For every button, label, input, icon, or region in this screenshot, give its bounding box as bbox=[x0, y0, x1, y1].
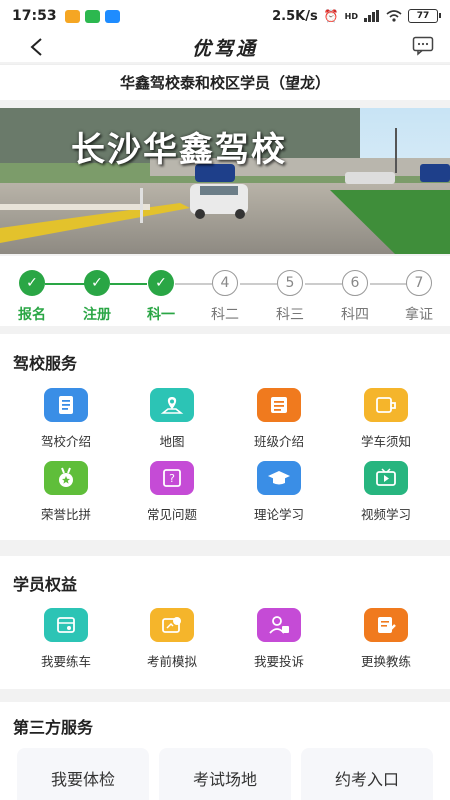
step-label: 注册 bbox=[83, 307, 111, 323]
rights-label: 更换教练 bbox=[360, 654, 411, 669]
video-icon bbox=[364, 461, 408, 495]
step-label: 科三 bbox=[276, 307, 304, 323]
notice-icon bbox=[364, 388, 408, 422]
check-icon: ✓ bbox=[84, 270, 110, 296]
step-signup: ✓ 报名 bbox=[7, 270, 57, 324]
map-icon bbox=[150, 388, 194, 422]
student-info: 华鑫驾校泰和校区学员（望龙） bbox=[0, 64, 450, 100]
question-icon: ? bbox=[150, 461, 194, 495]
step-label: 科一 bbox=[147, 307, 175, 323]
service-map[interactable]: 地图 bbox=[127, 388, 217, 450]
service-video[interactable]: 视频学习 bbox=[341, 461, 431, 523]
status-time: 17:53 bbox=[12, 8, 57, 24]
app-title: 优驾通 bbox=[191, 37, 258, 60]
graduation-cap-icon bbox=[257, 461, 301, 495]
service-label: 学车须知 bbox=[360, 434, 411, 449]
rights-label: 我要练车 bbox=[40, 654, 91, 669]
network-speed: 2.5K/s bbox=[272, 8, 318, 24]
rights-change-coach[interactable]: 更换教练 bbox=[341, 608, 431, 670]
hd-signal-label: HD bbox=[344, 11, 358, 21]
progress-steps: ✓ 报名 ✓ 注册 ✓ 科一 4 科二 5 科三 6 科四 7 拿证 bbox=[0, 256, 450, 326]
back-arrow-icon[interactable] bbox=[24, 35, 48, 59]
notification-app-icon bbox=[64, 9, 80, 23]
banner-image[interactable]: 长沙华鑫驾校 bbox=[0, 108, 450, 254]
section-title: 驾校服务 bbox=[13, 354, 78, 373]
step-subject-3: 5 科三 bbox=[265, 270, 315, 324]
phone-app-icon bbox=[84, 9, 100, 23]
service-label: 视频学习 bbox=[360, 507, 411, 522]
wifi-icon bbox=[386, 10, 402, 22]
complaint-icon bbox=[257, 608, 301, 642]
service-label: 荣誉比拼 bbox=[40, 507, 91, 522]
rights-label: 我要投诉 bbox=[253, 654, 304, 669]
step-label: 科二 bbox=[211, 307, 239, 323]
service-label: 理论学习 bbox=[253, 507, 304, 522]
step-number: 6 bbox=[342, 270, 368, 296]
service-faq[interactable]: ? 常见问题 bbox=[127, 461, 217, 523]
step-number: 7 bbox=[406, 270, 432, 296]
service-label: 班级介绍 bbox=[253, 434, 304, 449]
service-class-intro[interactable]: 班级介绍 bbox=[234, 388, 324, 450]
section-title: 第三方服务 bbox=[13, 718, 94, 737]
service-label: 地图 bbox=[159, 434, 185, 449]
step-label: 科四 bbox=[341, 307, 369, 323]
step-license: 7 拿证 bbox=[394, 270, 444, 324]
zhihu-app-icon bbox=[104, 9, 120, 23]
service-honor[interactable]: 荣誉比拼 bbox=[21, 461, 111, 523]
rights-label: 考前模拟 bbox=[146, 654, 197, 669]
step-subject-2: 4 科二 bbox=[200, 270, 250, 324]
exam-venue-button[interactable]: 考试场地 bbox=[159, 748, 291, 800]
alarm-icon: ⏰ bbox=[323, 9, 339, 23]
calendar-icon bbox=[44, 608, 88, 642]
section-title: 学员权益 bbox=[13, 575, 78, 594]
physical-exam-button[interactable]: 我要体检 bbox=[17, 748, 149, 800]
rights-complaint[interactable]: 我要投诉 bbox=[234, 608, 324, 670]
rights-simulate[interactable]: 考前模拟 bbox=[127, 608, 217, 670]
svg-text:?: ? bbox=[169, 472, 175, 485]
service-notice[interactable]: 学车须知 bbox=[341, 388, 431, 450]
book-exam-button[interactable]: 约考入口 bbox=[301, 748, 433, 800]
step-subject-4: 6 科四 bbox=[330, 270, 380, 324]
service-school-intro[interactable]: 驾校介绍 bbox=[21, 388, 111, 450]
step-label: 报名 bbox=[18, 307, 46, 323]
medal-icon bbox=[44, 461, 88, 495]
service-label: 常见问题 bbox=[146, 507, 197, 522]
edit-icon bbox=[364, 608, 408, 642]
service-theory[interactable]: 理论学习 bbox=[234, 461, 324, 523]
step-number: 4 bbox=[212, 270, 238, 296]
simulate-icon bbox=[150, 608, 194, 642]
list-icon bbox=[257, 388, 301, 422]
battery-icon: 77 bbox=[408, 9, 441, 23]
status-bar: 17:53 2.5K/s ⏰ HD 77 bbox=[0, 0, 450, 32]
service-label: 驾校介绍 bbox=[40, 434, 91, 449]
message-icon[interactable] bbox=[412, 36, 436, 58]
signal-icon bbox=[364, 10, 379, 22]
school-services-card: 驾校服务 驾校介绍 地图 班级介绍 学车须知 荣誉比拼 ? 常见问题 理论学习 … bbox=[0, 334, 450, 540]
step-number: 5 bbox=[277, 270, 303, 296]
nav-bar: 优驾通 bbox=[0, 32, 450, 62]
step-subject-1: ✓ 科一 bbox=[136, 270, 186, 324]
check-icon: ✓ bbox=[19, 270, 45, 296]
step-label: 拿证 bbox=[405, 307, 433, 323]
banner-title: 长沙华鑫驾校 bbox=[71, 130, 287, 170]
step-register: ✓ 注册 bbox=[72, 270, 122, 324]
rights-practice[interactable]: 我要练车 bbox=[21, 608, 111, 670]
document-icon bbox=[44, 388, 88, 422]
check-icon: ✓ bbox=[148, 270, 174, 296]
student-rights-card: 学员权益 我要练车 考前模拟 我要投诉 更换教练 bbox=[0, 556, 450, 689]
